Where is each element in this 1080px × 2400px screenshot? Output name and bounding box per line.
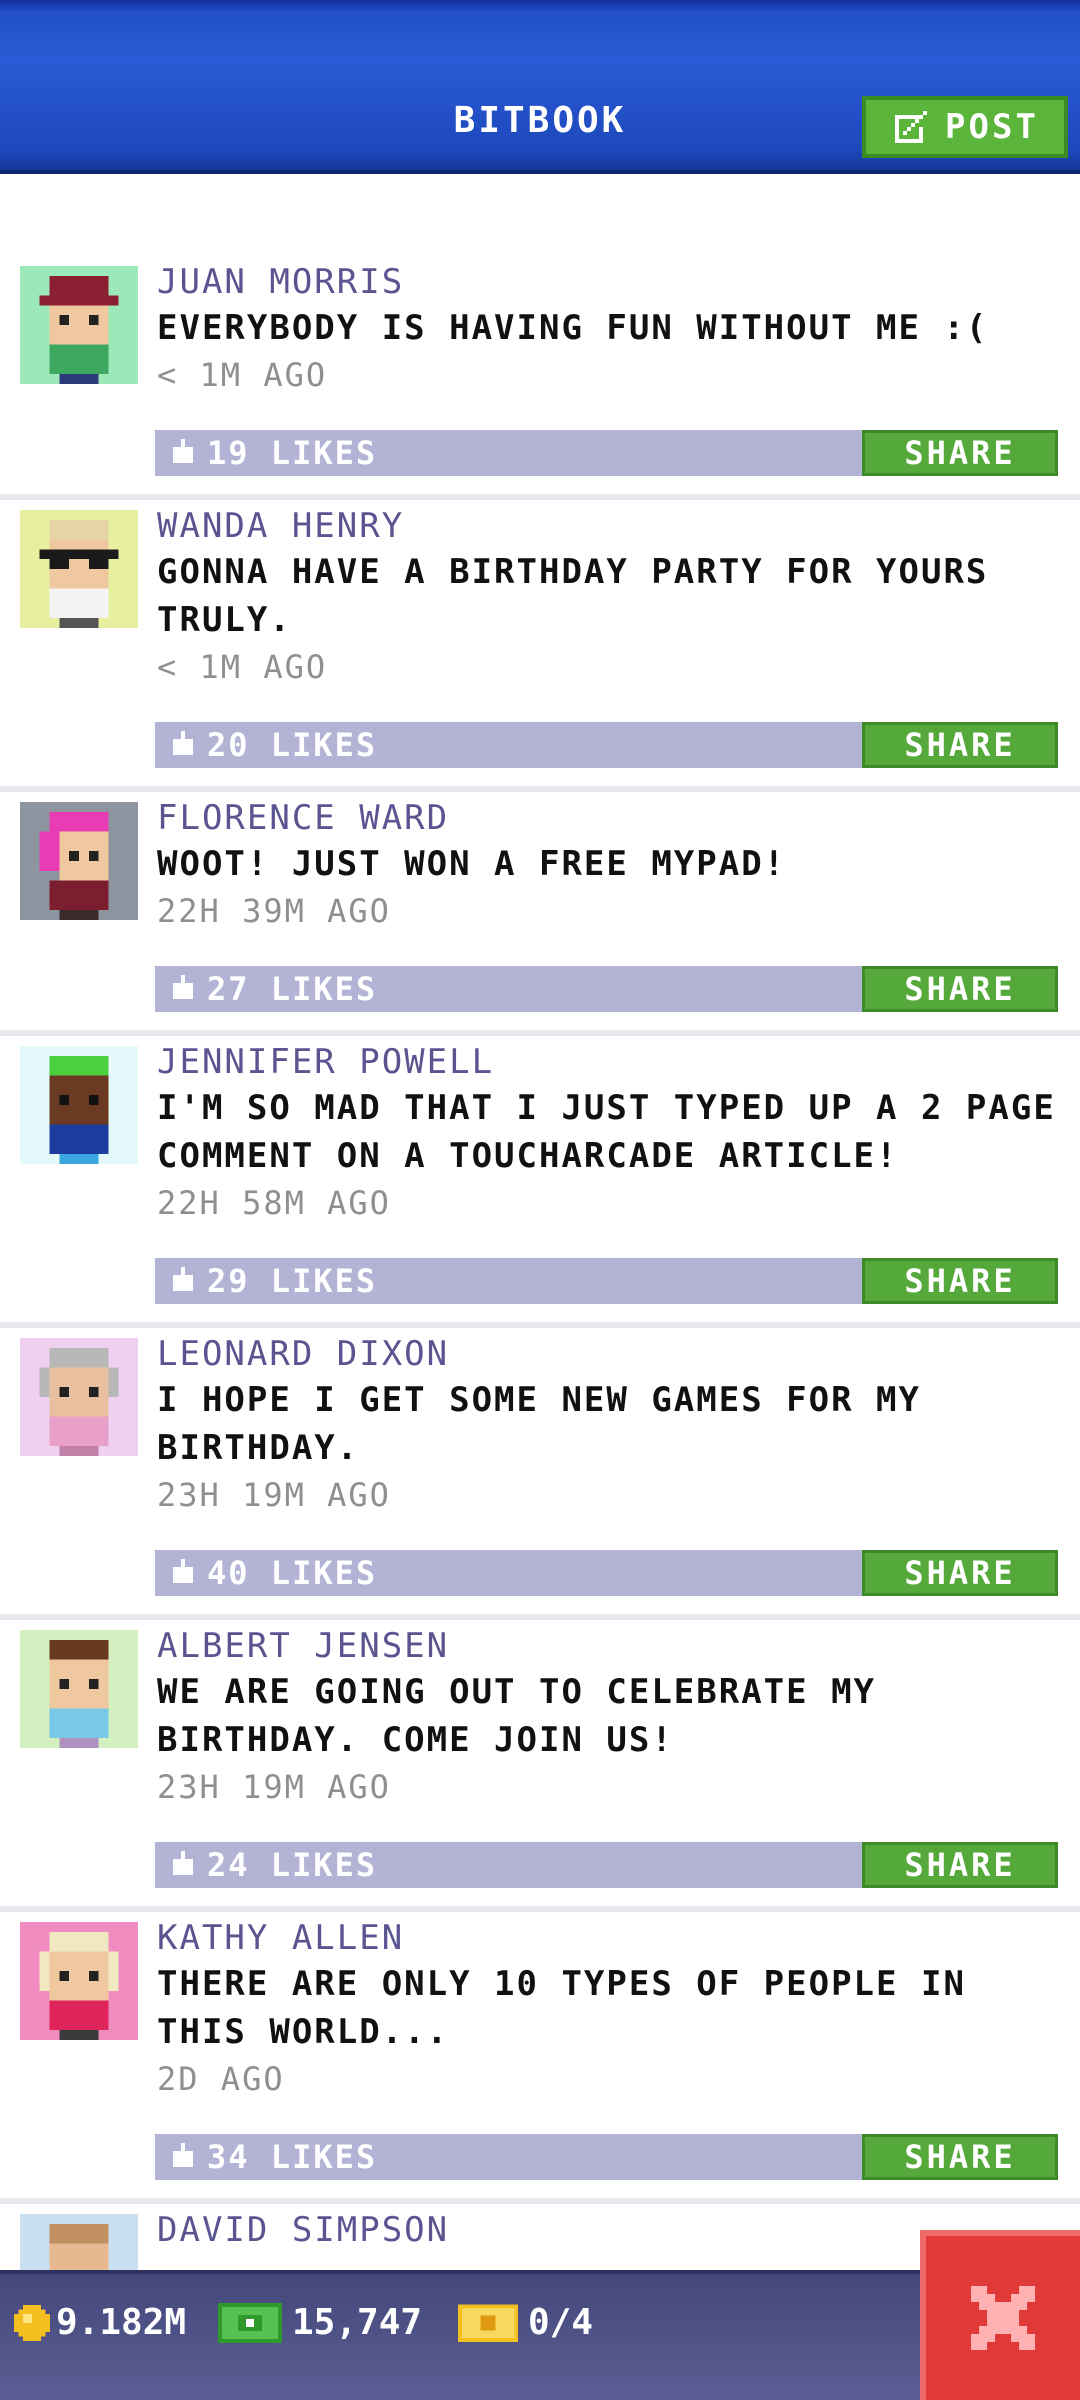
like-button[interactable]: 34 LIKES bbox=[155, 2134, 865, 2180]
thumbs-up-icon bbox=[173, 975, 193, 999]
post-message: EVERYBODY IS HAVING FUN WITHOUT ME :( bbox=[157, 308, 989, 348]
ticket-count: 0/4 bbox=[528, 2302, 594, 2343]
post-button[interactable]: POST bbox=[862, 96, 1068, 158]
close-icon bbox=[971, 2286, 1035, 2350]
post-author: WANDA HENRY bbox=[157, 506, 405, 546]
like-count: 27 LIKES bbox=[207, 970, 378, 1008]
avatar[interactable] bbox=[20, 2214, 138, 2270]
post-message: WOOT! JUST WON A FREE MYPAD! bbox=[157, 844, 787, 884]
post-author: JENNIFER POWELL bbox=[157, 1042, 495, 1082]
post-time: < 1M AGO bbox=[157, 648, 328, 686]
thumbs-up-icon bbox=[173, 1559, 193, 1583]
post-time: 23H 19M AGO bbox=[157, 1768, 391, 1806]
feed-post: KATHY ALLEN THERE ARE ONLY 10 TYPES OF P… bbox=[0, 1918, 1080, 2204]
post-message: GONNA HAVE A BIRTHDAY PARTY FOR YOURS TR… bbox=[157, 552, 989, 640]
feed-post: ALBERT JENSEN WE ARE GOING OUT TO CELEBR… bbox=[0, 1626, 1080, 1912]
share-button[interactable]: SHARE bbox=[862, 966, 1058, 1012]
avatar[interactable] bbox=[20, 802, 138, 920]
avatar[interactable] bbox=[20, 1630, 138, 1748]
thumbs-up-icon bbox=[173, 731, 193, 755]
coin-count: 9.182M bbox=[56, 2302, 187, 2343]
like-button[interactable]: 19 LIKES bbox=[155, 430, 865, 476]
coin-icon bbox=[14, 2304, 50, 2341]
thumbs-up-icon bbox=[173, 2143, 193, 2167]
bux-counter: 15,747 bbox=[218, 2302, 422, 2343]
post-time: 22H 58M AGO bbox=[157, 1184, 391, 1222]
post-time: 22H 39M AGO bbox=[157, 892, 391, 930]
like-count: 40 LIKES bbox=[207, 1554, 378, 1592]
post-author: DAVID SIMPSON bbox=[157, 2210, 450, 2250]
share-button[interactable]: SHARE bbox=[862, 722, 1058, 768]
edit-icon bbox=[895, 111, 928, 143]
cash-icon bbox=[218, 2302, 282, 2343]
post-author: FLORENCE WARD bbox=[157, 798, 450, 838]
like-count: 20 LIKES bbox=[207, 726, 378, 764]
feed-list[interactable]: JUAN MORRIS EVERYBODY IS HAVING FUN WITH… bbox=[0, 174, 1080, 2270]
post-author: LEONARD DIXON bbox=[157, 1334, 450, 1374]
feed-post: JENNIFER POWELL I'M SO MAD THAT I JUST T… bbox=[0, 1042, 1080, 1328]
feed-post: WANDA HENRY GONNA HAVE A BIRTHDAY PARTY … bbox=[0, 506, 1080, 792]
like-button[interactable]: 40 LIKES bbox=[155, 1550, 865, 1596]
feed-post: DAVID SIMPSON bbox=[0, 2210, 1080, 2270]
share-button[interactable]: SHARE bbox=[862, 2134, 1058, 2180]
feed-post: JUAN MORRIS EVERYBODY IS HAVING FUN WITH… bbox=[0, 262, 1080, 500]
header-bar: BITBOOK POST bbox=[0, 0, 1080, 174]
thumbs-up-icon bbox=[173, 439, 193, 463]
post-author: ALBERT JENSEN bbox=[157, 1626, 450, 1666]
thumbs-up-icon bbox=[173, 1851, 193, 1875]
avatar[interactable] bbox=[20, 266, 138, 384]
share-button[interactable]: SHARE bbox=[862, 430, 1058, 476]
post-time: < 1M AGO bbox=[157, 356, 328, 394]
coin-counter: 9.182M bbox=[14, 2302, 186, 2343]
avatar[interactable] bbox=[20, 1338, 138, 1456]
avatar[interactable] bbox=[20, 1922, 138, 2040]
like-button[interactable]: 20 LIKES bbox=[155, 722, 865, 768]
bux-count: 15,747 bbox=[292, 2302, 423, 2343]
post-author: JUAN MORRIS bbox=[157, 262, 405, 302]
like-count: 24 LIKES bbox=[207, 1846, 378, 1884]
avatar[interactable] bbox=[20, 1046, 138, 1164]
share-button[interactable]: SHARE bbox=[862, 1842, 1058, 1888]
post-author: KATHY ALLEN bbox=[157, 1918, 405, 1958]
bitbook-screen: BITBOOK POST JUAN MORRIS EVERYBODY IS HA… bbox=[0, 0, 1080, 2400]
like-count: 34 LIKES bbox=[207, 2138, 378, 2176]
post-time: 23H 19M AGO bbox=[157, 1476, 391, 1514]
post-message: I HOPE I GET SOME NEW GAMES FOR MY BIRTH… bbox=[157, 1380, 921, 1468]
share-button[interactable]: SHARE bbox=[862, 1258, 1058, 1304]
post-message: I'M SO MAD THAT I JUST TYPED UP A 2 PAGE… bbox=[157, 1088, 1056, 1176]
like-button[interactable]: 27 LIKES bbox=[155, 966, 865, 1012]
close-button[interactable] bbox=[920, 2230, 1080, 2400]
ticket-icon bbox=[458, 2303, 518, 2342]
post-time: 2D AGO bbox=[157, 2060, 285, 2098]
post-message: THERE ARE ONLY 10 TYPES OF PEOPLE IN THI… bbox=[157, 1964, 966, 2052]
like-count: 29 LIKES bbox=[207, 1262, 378, 1300]
feed-post: FLORENCE WARD WOOT! JUST WON A FREE MYPA… bbox=[0, 798, 1080, 1036]
like-count: 19 LIKES bbox=[207, 434, 378, 472]
post-message: WE ARE GOING OUT TO CELEBRATE MY BIRTHDA… bbox=[157, 1672, 877, 1760]
share-button[interactable]: SHARE bbox=[862, 1550, 1058, 1596]
like-button[interactable]: 24 LIKES bbox=[155, 1842, 865, 1888]
post-button-label: POST bbox=[945, 107, 1039, 147]
like-button[interactable]: 29 LIKES bbox=[155, 1258, 865, 1304]
avatar[interactable] bbox=[20, 510, 138, 628]
thumbs-up-icon bbox=[173, 1267, 193, 1291]
status-bar: 9.182M 15,747 0/4 bbox=[0, 2270, 1080, 2400]
ticket-counter: 0/4 bbox=[458, 2302, 593, 2343]
feed-post: LEONARD DIXON I HOPE I GET SOME NEW GAME… bbox=[0, 1334, 1080, 1620]
